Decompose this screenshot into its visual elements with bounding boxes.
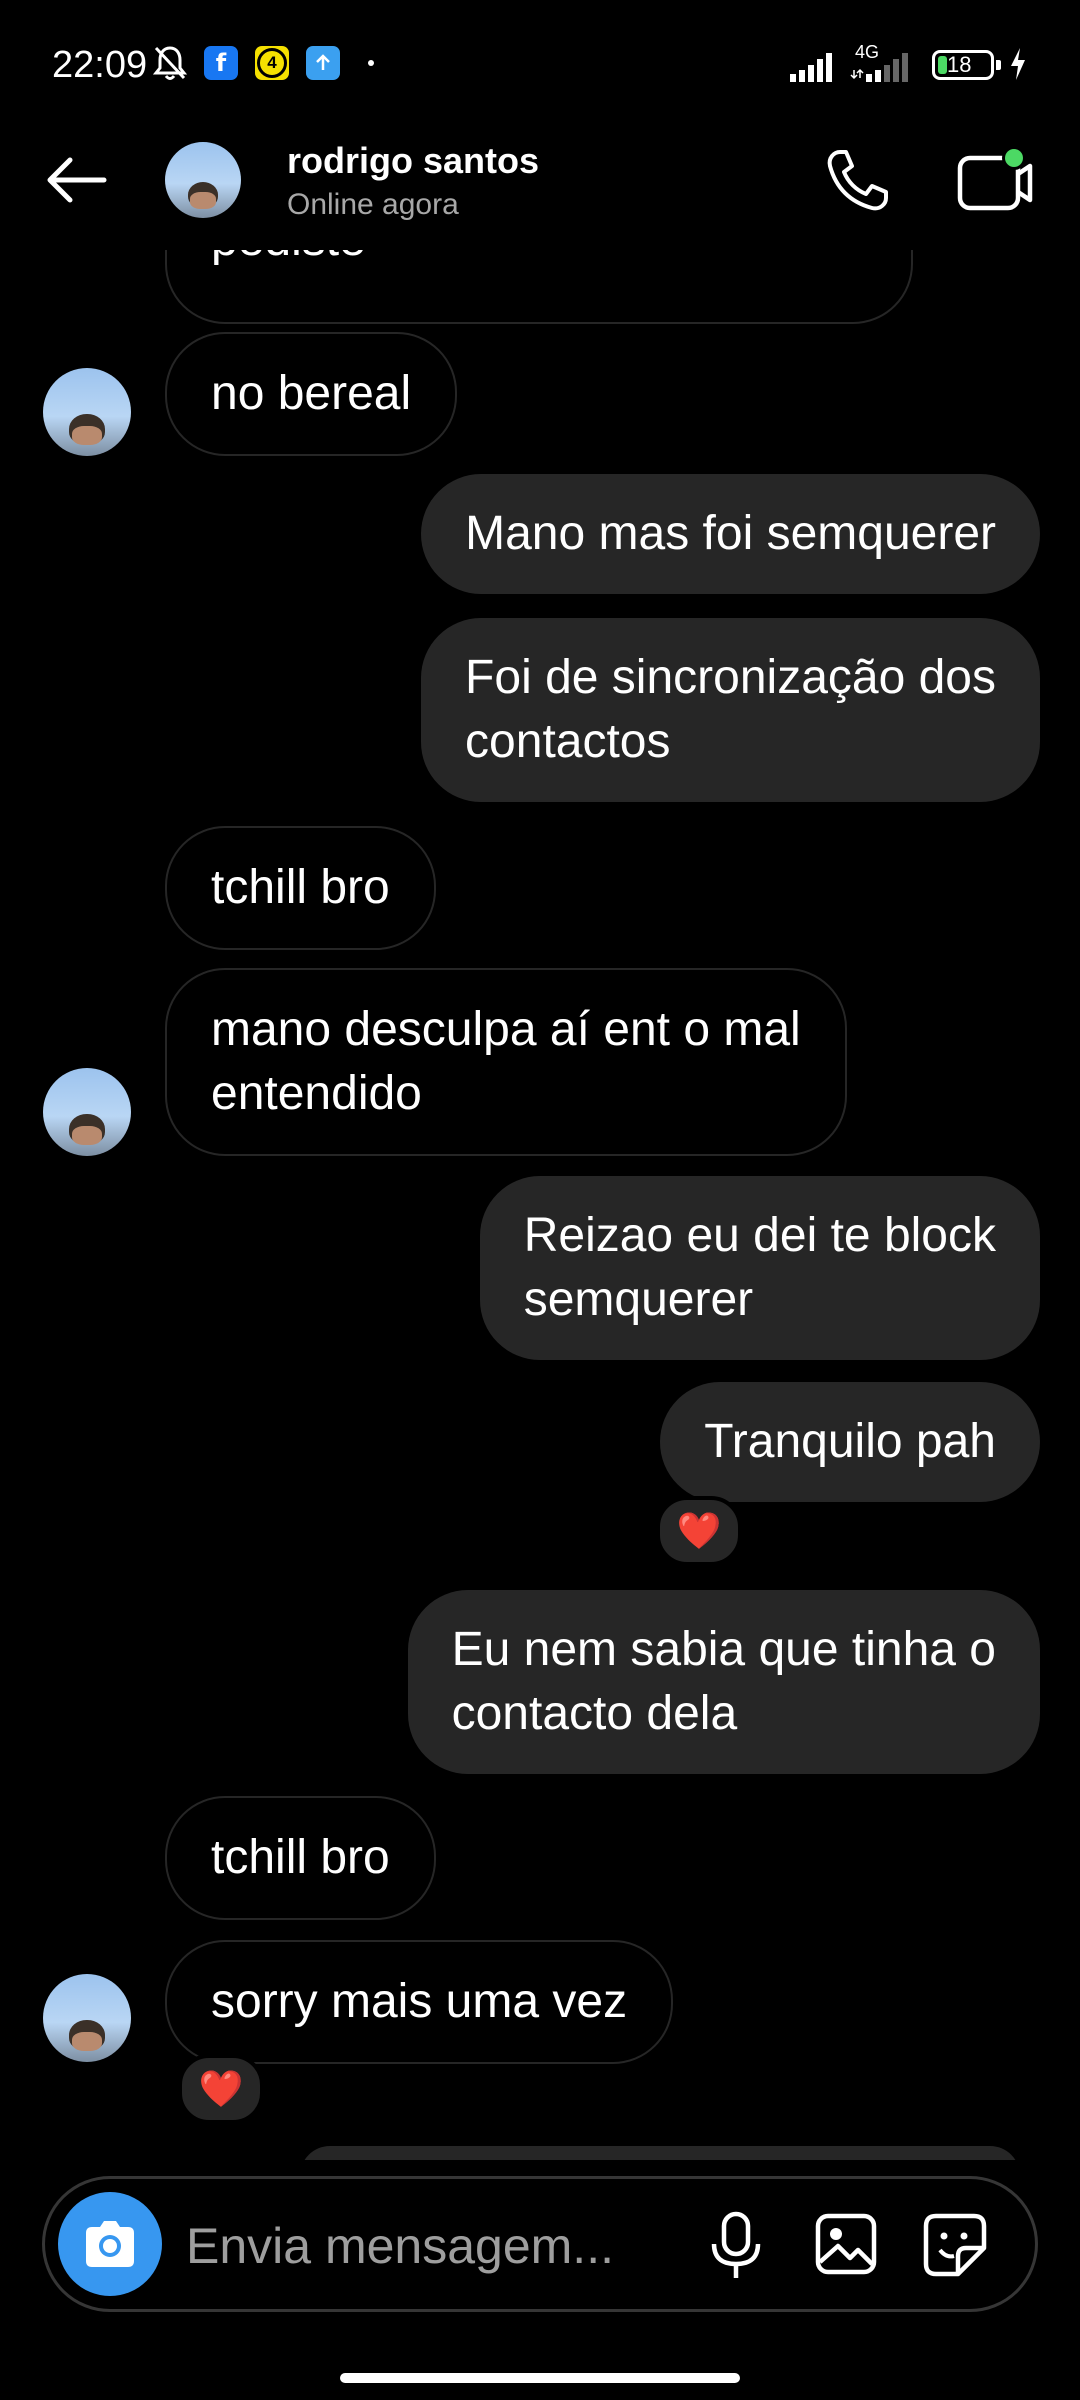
signal-icon-2 (850, 53, 908, 82)
signal-icon (790, 53, 832, 82)
message-bubble-incoming[interactable]: sorry mais uma vez (165, 1940, 674, 2064)
microphone-icon[interactable] (706, 2210, 766, 2282)
mute-bell-icon (152, 46, 188, 80)
sender-avatar[interactable] (43, 1974, 131, 2062)
heart-reaction[interactable]: ❤️ (656, 1496, 742, 1566)
camera-icon (86, 2221, 134, 2267)
battery-icon: 18 (932, 50, 994, 80)
charging-icon (1011, 48, 1025, 80)
online-indicator (1005, 149, 1023, 167)
message-list[interactable]: pediste no bereal Mano mas foi semquerer… (0, 250, 1080, 2160)
sender-avatar[interactable] (43, 368, 131, 456)
status-time: 22:09 (52, 44, 148, 86)
upload-icon (306, 46, 340, 80)
back-arrow-icon[interactable] (44, 152, 108, 208)
status-bar: 22:09 f 4 4G 18 (0, 0, 1080, 130)
message-bubble-outgoing[interactable]: Mano mas foi semquerer (421, 474, 1040, 594)
message-bubble-outgoing[interactable]: Foi de sincronização dos contactos (421, 618, 1040, 802)
message-bubble-incoming[interactable]: no bereal (165, 332, 458, 456)
message-bubble-outgoing[interactable]: Eu nem sabia que tinha o contacto dela (407, 1590, 1040, 1774)
facebook-icon: f (204, 46, 238, 80)
message-bubble-partial (300, 2146, 1020, 2160)
phone-icon[interactable] (822, 146, 892, 216)
contact-status: Online agora (287, 188, 459, 221)
heart-reaction[interactable]: ❤️ (178, 2054, 264, 2124)
notification-count-icon: 4 (255, 46, 289, 80)
home-indicator[interactable] (340, 2373, 740, 2383)
contact-name[interactable]: rodrigo santos (287, 140, 539, 182)
sender-avatar[interactable] (43, 1068, 131, 1156)
more-notifications-dot (368, 60, 374, 66)
contact-avatar[interactable] (165, 142, 241, 218)
message-bubble-incoming[interactable]: tchill bro (165, 1796, 436, 1920)
gallery-icon[interactable] (814, 2212, 878, 2276)
sticker-icon[interactable] (922, 2212, 988, 2278)
chat-header (0, 130, 1080, 250)
message-bubble-incoming[interactable]: mano desculpa aí ent o mal entendido (165, 968, 847, 1156)
message-bubble-outgoing[interactable]: Reizao eu dei te block semquerer (479, 1176, 1040, 1360)
message-bubble-incoming[interactable]: pediste (165, 250, 913, 324)
message-bubble-incoming[interactable]: tchill bro (165, 826, 436, 950)
video-call-icon[interactable] (954, 144, 1034, 216)
message-bubble-outgoing[interactable]: Tranquilo pah (660, 1382, 1040, 1502)
camera-button[interactable] (58, 2192, 162, 2296)
message-input[interactable] (184, 2200, 668, 2292)
